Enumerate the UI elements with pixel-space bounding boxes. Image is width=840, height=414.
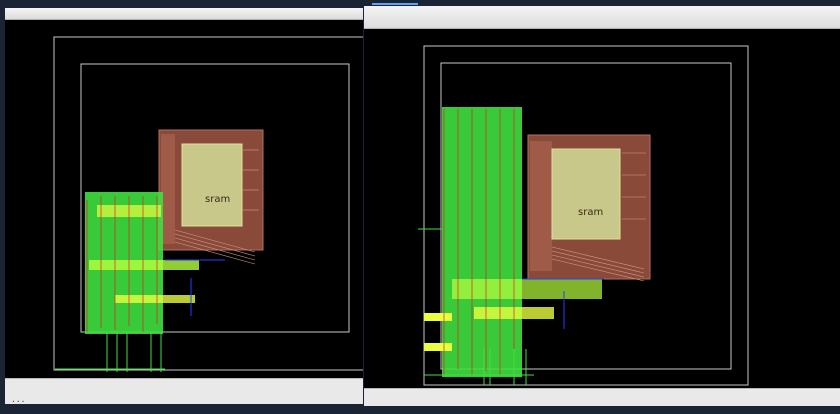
sram-label: sram [578, 207, 603, 218]
sram-macro[interactable]: sram [158, 129, 264, 265]
layout-viewer-right: sram [364, 6, 840, 406]
left-titlebar[interactable] [5, 8, 363, 20]
left-status-text: ... [11, 395, 26, 404]
left-layout-canvas[interactable]: sram [5, 20, 363, 378]
sram-macro[interactable]: sram [527, 134, 651, 282]
right-layout-canvas[interactable]: sram [364, 29, 840, 388]
right-statusbar [364, 388, 840, 406]
right-titlebar[interactable] [364, 6, 840, 29]
left-statusbar: ... [5, 378, 363, 404]
active-window-indicator [372, 3, 418, 5]
sram-label: sram [205, 194, 230, 205]
layout-viewer-left: sram ... [5, 8, 363, 404]
